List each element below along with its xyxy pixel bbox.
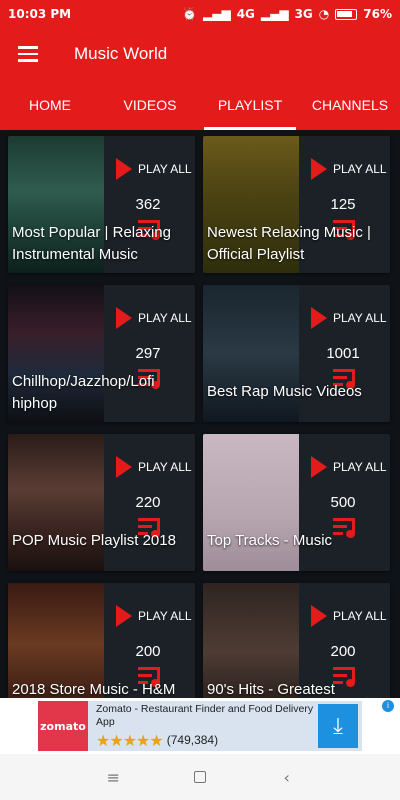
battery-level: 76%	[363, 7, 392, 21]
video-count: 200	[135, 643, 161, 660]
playlist-card[interactable]: PLAY ALL 500 Top Tracks - Music	[203, 434, 390, 571]
play-icon	[311, 605, 327, 627]
back-icon[interactable]: ‹	[267, 768, 307, 787]
play-all-button[interactable]: PLAY ALL	[311, 158, 387, 180]
play-all-button[interactable]: PLAY ALL	[116, 307, 192, 329]
play-all-button[interactable]: PLAY ALL	[116, 605, 192, 627]
status-bar: 10:03 PM ⏰ ▂▄▆ 4G ▂▄▆ 3G ◔ 76%	[0, 0, 400, 28]
recents-icon[interactable]: ≡	[93, 768, 133, 787]
battery-icon	[335, 8, 358, 20]
playlist-card[interactable]: PLAY ALL 125 Newest Relaxing Music | Off…	[203, 136, 390, 273]
signal-icon-2: ▂▄▆	[260, 7, 289, 21]
play-icon	[116, 456, 132, 478]
play-icon	[116, 605, 132, 627]
ad-rating-count: (749,384)	[166, 733, 219, 747]
network-label-1: 4G	[236, 7, 255, 21]
playlist-card[interactable]: PLAY ALL 220 POP Music Playlist 2018	[8, 434, 195, 571]
alarm-icon: ⏰	[182, 7, 197, 21]
playlist-title: Most Popular | Relaxing Instrumental Mus…	[12, 224, 171, 263]
video-count: 297	[135, 345, 161, 362]
wifi-icon: ◔	[318, 7, 330, 21]
playlist-grid: PLAY ALL 362 Most Popular | Relaxing Ins…	[0, 130, 400, 698]
playlist-card[interactable]: PLAY ALL 200 2018 Store Music - H&M	[8, 583, 195, 698]
zomato-logo: zomato	[38, 701, 88, 751]
app-bar: Music World	[0, 28, 400, 80]
tab-bar: HOME VIDEOS PLAYLIST CHANNELS	[0, 80, 400, 130]
video-count: 125	[330, 196, 356, 213]
tab-playlist[interactable]: PLAYLIST	[200, 80, 300, 130]
home-icon[interactable]	[180, 768, 220, 787]
playlist-title: Top Tracks - Music	[207, 532, 333, 549]
play-all-button[interactable]: PLAY ALL	[311, 605, 387, 627]
ad-title: Zomato - Restaurant Finder and Food Deli…	[96, 702, 314, 728]
video-count: 362	[135, 196, 161, 213]
ad-content[interactable]: zomato Zomato - Restaurant Finder and Fo…	[38, 701, 362, 751]
playlist-card[interactable]: PLAY ALL 297 Chillhop/Jazzhop/Lofi hipho…	[8, 285, 195, 422]
play-all-button[interactable]: PLAY ALL	[116, 456, 192, 478]
video-count: 200	[330, 643, 356, 660]
playlist-card[interactable]: PLAY ALL 1001 Best Rap Music Videos	[203, 285, 390, 422]
play-icon	[116, 307, 132, 329]
play-all-button[interactable]: PLAY ALL	[311, 456, 387, 478]
system-nav-bar: ≡ ‹	[0, 754, 400, 800]
menu-icon[interactable]	[0, 28, 56, 80]
star-rating-icon: ★★★★★	[96, 730, 164, 750]
signal-icon: ▂▄▆	[203, 7, 231, 21]
tab-channels[interactable]: CHANNELS	[300, 80, 400, 130]
playlist-title: Best Rap Music Videos	[207, 383, 362, 400]
playlist-title: 2018 Store Music - H&M	[12, 681, 176, 698]
video-count: 220	[135, 494, 161, 511]
play-icon	[311, 158, 327, 180]
download-icon[interactable]: ⤓	[318, 704, 358, 748]
play-icon	[116, 158, 132, 180]
playlist-title: Chillhop/Jazzhop/Lofi hiphop	[12, 373, 155, 412]
ad-info-icon[interactable]: i	[382, 700, 394, 712]
play-icon	[311, 307, 327, 329]
playlist-title: 90's Hits - Greatest	[207, 681, 335, 698]
playlist-card[interactable]: PLAY ALL 200 90's Hits - Greatest	[203, 583, 390, 698]
playlist-title: Newest Relaxing Music | Official Playlis…	[207, 224, 371, 263]
tab-videos[interactable]: VIDEOS	[100, 80, 200, 130]
play-all-button[interactable]: PLAY ALL	[311, 307, 387, 329]
ad-banner[interactable]: zomato Zomato - Restaurant Finder and Fo…	[0, 698, 400, 754]
play-icon	[311, 456, 327, 478]
status-time: 10:03 PM	[8, 7, 72, 21]
playlist-card[interactable]: PLAY ALL 362 Most Popular | Relaxing Ins…	[8, 136, 195, 273]
video-count: 500	[330, 494, 356, 511]
playlist-title: POP Music Playlist 2018	[12, 532, 176, 549]
tab-home[interactable]: HOME	[0, 80, 100, 130]
video-count: 1001	[326, 345, 360, 362]
network-label-2: 3G	[294, 7, 313, 21]
app-title: Music World	[74, 44, 168, 63]
play-all-button[interactable]: PLAY ALL	[116, 158, 192, 180]
status-icons: ⏰ ▂▄▆ 4G ▂▄▆ 3G ◔ 76%	[182, 7, 392, 21]
